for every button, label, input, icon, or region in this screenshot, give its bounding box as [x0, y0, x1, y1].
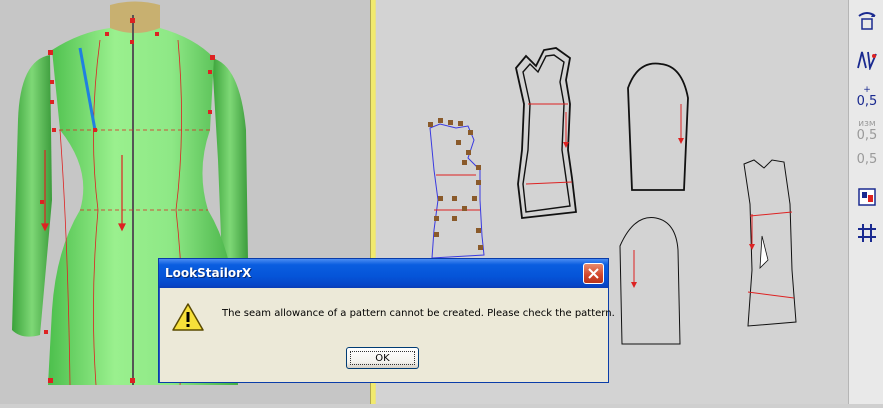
edit-seam-label: 0,5 [856, 128, 878, 143]
right-toolbar: + 0,5 изм 0,5 0,5 [848, 0, 883, 404]
add-seam-allowance-button[interactable]: + 0,5 [854, 84, 880, 110]
dialog-titlebar[interactable]: LookStailorX [159, 259, 608, 288]
grid-icon[interactable] [854, 220, 880, 246]
close-icon [588, 268, 599, 279]
dialog-message: The seam allowance of a pattern cannot b… [222, 308, 615, 319]
warning-icon [172, 302, 204, 332]
error-dialog: LookStailorX The seam allowance of a pat… [158, 258, 615, 383]
focus-ring [350, 351, 415, 365]
ok-button[interactable]: OK [346, 347, 419, 369]
add-seam-label: 0,5 [856, 94, 878, 109]
delete-seam-label: 0,5 [856, 151, 878, 167]
edit-seam-allowance-button[interactable]: изм 0,5 [854, 118, 880, 144]
edit-lines-icon[interactable] [854, 46, 880, 72]
layout-icon[interactable] [854, 184, 880, 210]
dialog-title: LookStailorX [165, 266, 252, 280]
delete-seam-allowance-button[interactable]: 0,5 [854, 146, 880, 172]
close-button[interactable] [583, 263, 604, 284]
rotate-pattern-icon[interactable] [854, 8, 880, 34]
